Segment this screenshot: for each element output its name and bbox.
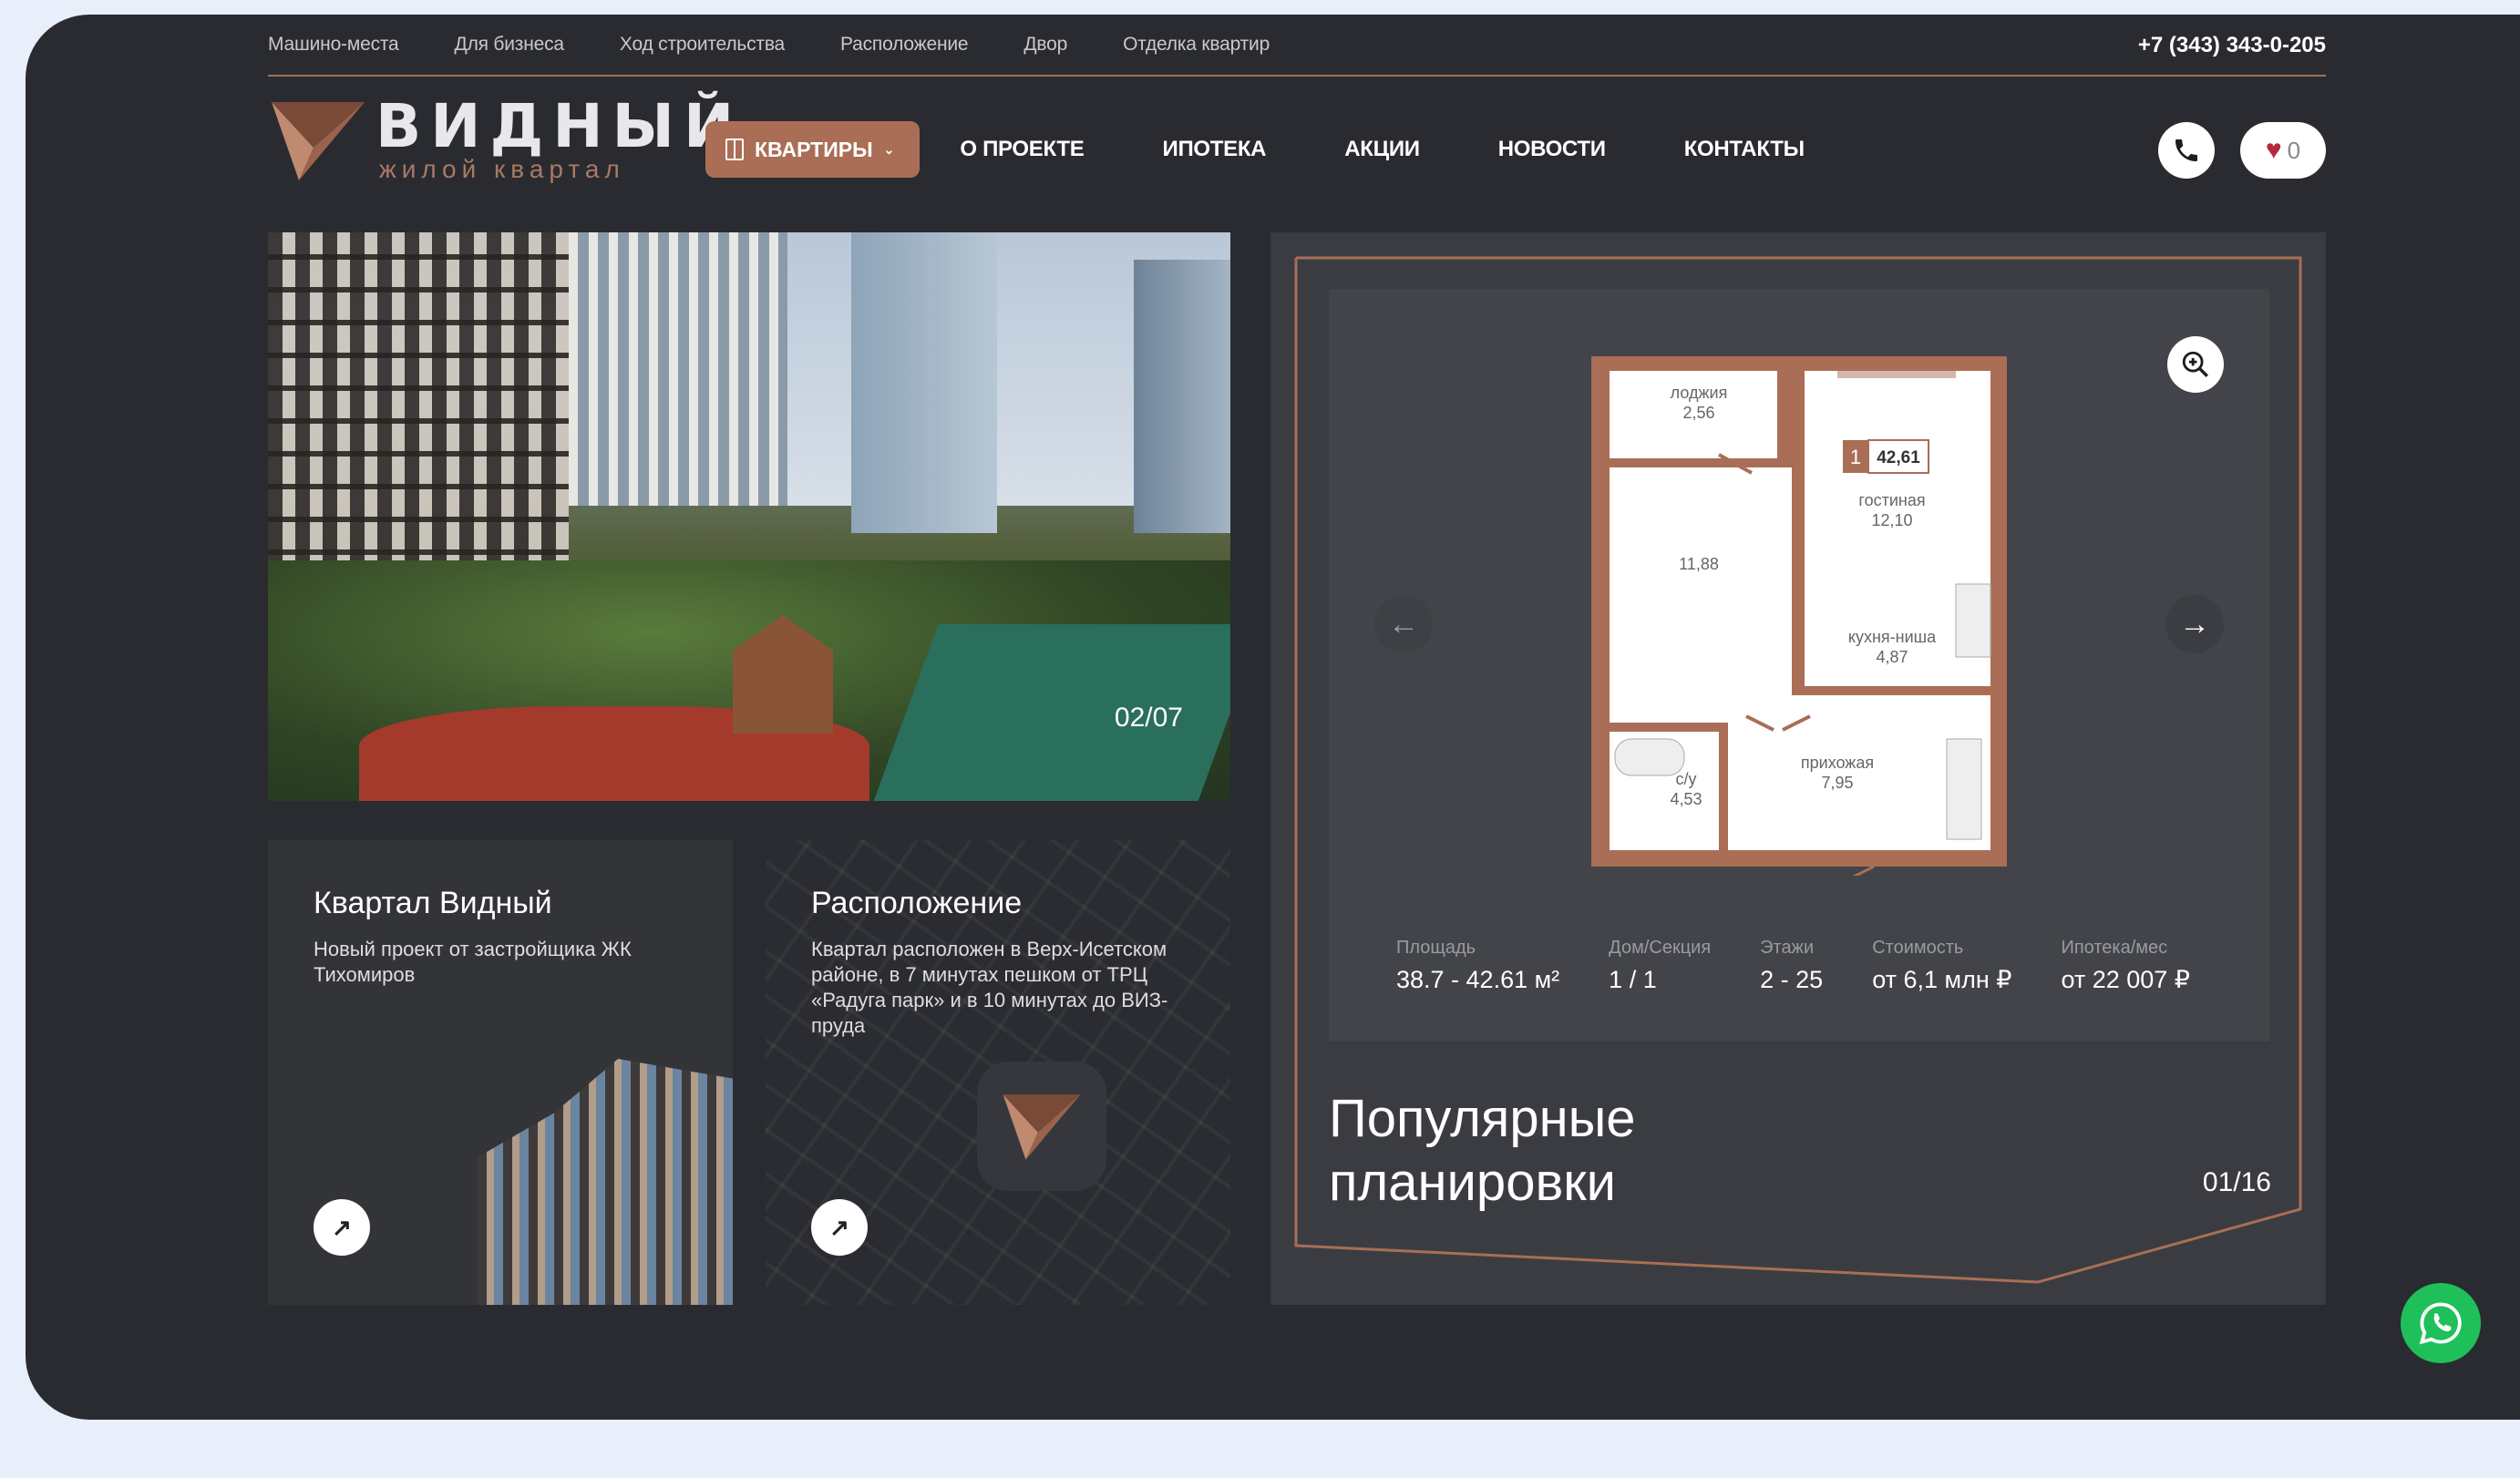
card-location[interactable]: Расположение Квартал расположен в Верх-И…: [766, 840, 1230, 1305]
logo[interactable]: ВИДНЫЙ жилой квартал: [268, 97, 734, 188]
top-link-yard[interactable]: Двор: [1023, 34, 1067, 56]
call-button[interactable]: [2158, 122, 2215, 179]
plan-label-bath-area: 4,53: [1670, 790, 1702, 808]
section-title: Популярные планировки: [1329, 1089, 1636, 1212]
spec-area: Площадь 38.7 - 42.61 м²: [1396, 938, 1559, 994]
next-layout-button[interactable]: →: [2165, 595, 2224, 653]
whatsapp-icon: [2419, 1302, 2462, 1345]
card-text: Квартал расположен в Верх-Исетском район…: [811, 938, 1168, 1037]
plan-label-living-area: 12,10: [1871, 511, 1912, 529]
card-text: Новый проект от застройщика ЖК Тихомиров: [314, 938, 632, 986]
plan-label-bedroom-area: 11,88: [1679, 555, 1719, 573]
spec-price: Стоимость от 6,1 млн ₽: [1872, 938, 2011, 994]
top-link-finishing[interactable]: Отделка квартир: [1123, 34, 1270, 56]
hero-photo[interactable]: 02/07: [268, 232, 1230, 801]
layout-card[interactable]: ← → лоджия 2,56 11,88 1 42,61 гостиная 1…: [1329, 289, 2269, 1042]
spec-value: от 6,1 млн ₽: [1872, 966, 2012, 993]
heart-icon: ♥: [2265, 135, 2282, 165]
arrow-up-right-icon[interactable]: ↗: [811, 1199, 868, 1256]
whatsapp-button[interactable]: [2401, 1283, 2481, 1363]
card-title: Расположение: [811, 886, 1023, 920]
spec-value: 2 - 25: [1760, 966, 1824, 993]
top-link-parking[interactable]: Машино-места: [268, 34, 399, 56]
plan-total-area: 42,61: [1877, 448, 1920, 467]
favorites-button[interactable]: ♥ 0: [2240, 122, 2326, 179]
nav-item-promotions[interactable]: АКЦИИ: [1344, 137, 1420, 162]
phone-icon: [2175, 139, 2197, 161]
card-quarter[interactable]: Квартал Видный Новый проект от застройщи…: [268, 840, 733, 1305]
zoom-in-icon: [2182, 351, 2208, 377]
spec-value: 1 / 1: [1609, 966, 1657, 993]
content: Машино-места Для бизнеса Ход строительст…: [268, 15, 2326, 1420]
top-link-location[interactable]: Расположение: [840, 34, 969, 56]
card-title: Квартал Видный: [314, 886, 552, 920]
plan-label-loggia: лоджия: [1671, 384, 1728, 402]
popular-layouts-panel: ← → лоджия 2,56 11,88 1 42,61 гостиная 1…: [1270, 232, 2326, 1305]
top-link-business[interactable]: Для бизнеса: [455, 34, 565, 56]
header: ВИДНЫЙ жилой квартал КВАРТИРЫ ⌄ О ПРОЕКТ…: [268, 89, 2326, 199]
map-pin-logo-icon: [977, 1062, 1106, 1191]
spec-value: от 22 007 ₽: [2061, 966, 2190, 993]
spec-label: Площадь: [1396, 938, 1476, 958]
spec-mortgage: Ипотека/мес от 22 007 ₽: [2061, 938, 2190, 994]
plan-label-loggia-area: 2,56: [1682, 404, 1714, 422]
zoom-button[interactable]: [2167, 336, 2224, 393]
hero-building-floors: [268, 232, 569, 615]
plan-label-living: гостиная: [1858, 491, 1925, 509]
prev-layout-button[interactable]: ←: [1374, 595, 1433, 653]
header-actions: ♥ 0: [2158, 122, 2326, 179]
spec-floors: Этажи 2 - 25: [1760, 938, 1823, 994]
hero-building-mid: [569, 232, 787, 506]
nav-item-mortgage[interactable]: ИПОТЕКА: [1163, 137, 1267, 162]
logo-mark-icon: [272, 102, 365, 180]
door-icon: [725, 139, 744, 160]
top-links: Машино-места Для бизнеса Ход строительст…: [268, 34, 1270, 56]
arrow-right-icon: →: [2179, 606, 2210, 641]
top-bar: Машино-места Для бизнеса Ход строительст…: [268, 15, 2326, 77]
chevron-down-icon: ⌄: [883, 141, 895, 157]
phone-number[interactable]: +7 (343) 343-0-205: [2138, 33, 2326, 58]
logo-subtitle: жилой квартал: [379, 155, 625, 183]
nav-item-contacts[interactable]: КОНТАКТЫ: [1684, 137, 1805, 162]
spec-label: Ипотека/мес: [2061, 938, 2168, 958]
plan-label-hall: прихожая: [1801, 754, 1874, 772]
spec-label: Стоимость: [1872, 938, 1964, 958]
plan-label-bath: с/у: [1675, 770, 1696, 788]
arrow-left-icon: ←: [1388, 606, 1419, 641]
hero-tower-2: [1134, 260, 1230, 533]
hero-slide-counter: 02/07: [1114, 703, 1183, 733]
floor-plan: лоджия 2,56 11,88 1 42,61 гостиная 12,10…: [1591, 356, 2007, 876]
layout-specs: Площадь 38.7 - 42.61 м² Дом/Секция 1 / 1…: [1396, 938, 2239, 994]
spec-value: 38.7 - 42.61 м²: [1396, 966, 1560, 993]
building-image: [478, 1059, 733, 1305]
nav-item-news[interactable]: НОВОСТИ: [1498, 137, 1606, 162]
top-link-construction[interactable]: Ход строительства: [620, 34, 785, 56]
apartments-button[interactable]: КВАРТИРЫ ⌄: [705, 121, 921, 178]
nav-item-about[interactable]: О ПРОЕКТЕ: [960, 137, 1084, 162]
logo-name: ВИДНЫЙ: [375, 91, 744, 161]
spec-label: Дом/Секция: [1609, 938, 1712, 958]
favorites-count: 0: [2287, 136, 2301, 164]
plan-label-hall-area: 7,95: [1821, 774, 1853, 792]
plan-label-kitchen-area: 4,87: [1876, 648, 1908, 666]
main-nav: КВАРТИРЫ ⌄ О ПРОЕКТЕ ИПОТЕКА АКЦИИ НОВОС…: [705, 121, 1805, 178]
plan-label-kitchen: кухня-ниша: [1848, 628, 1937, 646]
plan-rooms-badge: 1: [1850, 446, 1861, 468]
spec-label: Этажи: [1760, 938, 1815, 958]
arrow-up-right-icon[interactable]: ↗: [314, 1199, 370, 1256]
layout-counter: 01/16: [2202, 1167, 2271, 1197]
site-frame: Машино-места Для бизнеса Ход строительст…: [26, 15, 2520, 1420]
hero-tower: [851, 232, 997, 533]
spec-house-section: Дом/Секция 1 / 1: [1609, 938, 1711, 994]
apartments-label: КВАРТИРЫ: [755, 137, 873, 161]
